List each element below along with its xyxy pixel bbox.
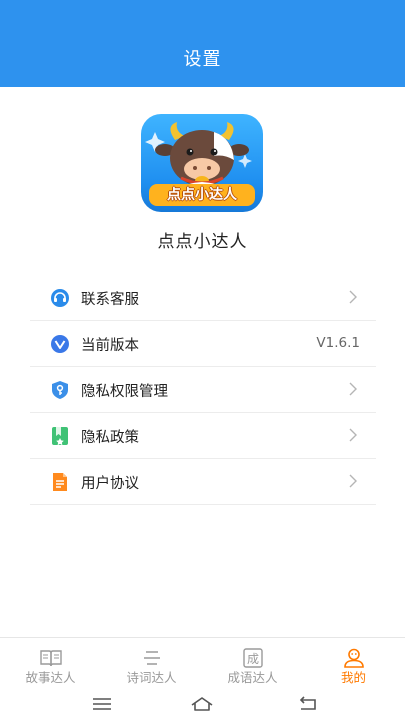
system-nav-bar	[0, 688, 405, 720]
menu-item-privacy-permissions[interactable]: 隐私权限管理	[30, 367, 376, 413]
menu-item-label: 用户协议	[81, 476, 139, 492]
version-number: V1.6.1	[316, 335, 360, 351]
idiom-icon: 成	[243, 648, 263, 668]
bookmark-star-icon	[52, 427, 68, 446]
tab-label: 我的	[340, 670, 366, 685]
tab-story[interactable]: 故事达人	[0, 638, 101, 688]
settings-menu: 联系客服 当前版本 V1.6.1 隐私权限管理 隐私政策 用户协议	[30, 275, 376, 505]
document-icon	[53, 473, 67, 491]
home-icon[interactable]	[190, 694, 214, 714]
profile-icon	[344, 648, 364, 668]
bottom-tab-bar: 故事达人 诗词达人 成 成语达人 我的	[0, 637, 405, 688]
app-logo: 点点小达人	[141, 114, 263, 212]
tab-poetry[interactable]: 诗词达人	[101, 638, 202, 688]
tab-idiom[interactable]: 成 成语达人	[202, 638, 303, 688]
back-icon[interactable]	[296, 694, 320, 714]
tab-mine[interactable]: 我的	[303, 638, 404, 688]
shield-key-icon	[52, 381, 68, 399]
menu-icon[interactable]	[90, 694, 114, 714]
menu-item-contact-support[interactable]: 联系客服	[30, 275, 376, 321]
menu-item-label: 联系客服	[81, 292, 139, 308]
poem-icon	[144, 651, 160, 665]
headset-icon	[51, 289, 69, 307]
tab-label: 故事达人	[25, 670, 76, 685]
chevron-right-icon	[349, 428, 357, 442]
idiom-icon-char: 成	[247, 652, 259, 666]
chevron-right-icon	[349, 382, 357, 396]
header-bar: 设置	[0, 0, 405, 87]
menu-item-user-agreement[interactable]: 用户协议	[30, 459, 376, 505]
menu-item-label: 当前版本	[81, 338, 139, 354]
app-logo-banner: 点点小达人	[149, 184, 255, 206]
app-name: 点点小达人	[157, 232, 248, 252]
tab-label: 成语达人	[227, 670, 278, 685]
version-icon	[51, 335, 69, 353]
menu-item-label: 隐私政策	[81, 430, 139, 446]
menu-item-privacy-policy[interactable]: 隐私政策	[30, 413, 376, 459]
chevron-right-icon	[349, 290, 357, 304]
page-title: 设置	[183, 49, 222, 70]
tab-label: 诗词达人	[126, 670, 177, 685]
menu-item-current-version[interactable]: 当前版本 V1.6.1	[30, 321, 376, 367]
chevron-right-icon	[349, 474, 357, 488]
menu-item-label: 隐私权限管理	[81, 384, 168, 400]
book-icon	[40, 650, 62, 667]
